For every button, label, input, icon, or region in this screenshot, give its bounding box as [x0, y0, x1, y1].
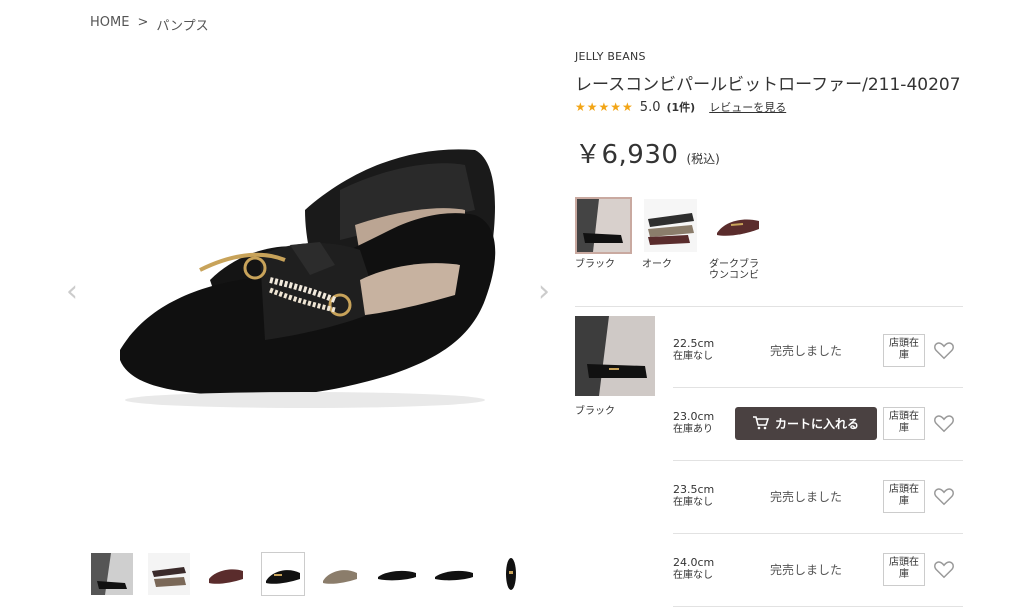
- gallery-next-arrow[interactable]: ›: [538, 277, 552, 307]
- gallery-prev-arrow[interactable]: ‹: [66, 277, 80, 307]
- size-info: 23.0cm 在庫あり: [673, 410, 735, 436]
- breadcrumb-category[interactable]: パンプス: [156, 15, 208, 34]
- rating-value: 5.0: [639, 99, 661, 115]
- size-row: 22.5cm 在庫なし 完売しました 店頭在庫: [673, 330, 963, 370]
- store-stock-button[interactable]: 店頭在庫: [883, 552, 925, 586]
- thumbnail-6[interactable]: [375, 552, 419, 596]
- thumbnail-strip: [90, 552, 533, 596]
- size-info: 22.5cm 在庫なし: [673, 337, 735, 363]
- breadcrumb-home[interactable]: HOME: [90, 15, 129, 34]
- size-info: 23.5cm 在庫なし: [673, 483, 735, 509]
- favorite-heart-icon[interactable]: [933, 339, 955, 361]
- stock-label: 在庫なし: [673, 570, 713, 581]
- favorite-heart-icon[interactable]: [933, 485, 955, 507]
- divider: [673, 387, 963, 388]
- main-product-image: [90, 100, 560, 500]
- rating-row: ★★★★★ 5.0 (1件) レビューを見る: [575, 99, 786, 115]
- store-stock-button[interactable]: 店頭在庫: [883, 479, 925, 513]
- thumbnail-4[interactable]: [261, 552, 305, 596]
- variant-label: ブラック: [575, 406, 615, 417]
- color-options: ブラック オーク ダークブラウンコンビ: [575, 197, 766, 281]
- thumbnail-3[interactable]: [204, 552, 248, 596]
- cart-icon: [752, 416, 769, 430]
- color-option-dark-brown[interactable]: ダークブラウンコンビ: [709, 197, 766, 281]
- size-label: 23.0cm: [673, 410, 715, 423]
- color-option-oak[interactable]: オーク: [642, 197, 699, 281]
- size-label: 22.5cm: [673, 337, 715, 350]
- thumbnail-2[interactable]: [147, 552, 191, 596]
- brand-name[interactable]: JELLY BEANS: [575, 50, 646, 63]
- price: ￥6,930: [575, 140, 679, 170]
- review-link[interactable]: レビューを見る: [709, 99, 786, 115]
- color-option-black[interactable]: ブラック: [575, 197, 632, 281]
- variant-image: [575, 316, 655, 396]
- add-to-cart-label: カートに入れる: [774, 416, 859, 431]
- divider: [673, 460, 963, 461]
- size-info: 24.0cm 在庫なし: [673, 556, 735, 582]
- size-row: 23.0cm 在庫あり カートに入れる 店頭在庫: [673, 403, 963, 443]
- favorite-heart-icon[interactable]: [933, 558, 955, 580]
- price-row: ￥6,930 (税込): [575, 134, 720, 171]
- color-swatch-image: [709, 197, 766, 254]
- color-label: ダークブラウンコンビ: [709, 259, 759, 281]
- sold-out-text: 完売しました: [769, 562, 842, 577]
- thumbnail-5[interactable]: [318, 552, 362, 596]
- stock-label: 在庫なし: [673, 497, 713, 508]
- breadcrumb-separator: >: [137, 15, 149, 30]
- size-label: 24.0cm: [673, 556, 715, 569]
- size-label: 23.5cm: [673, 483, 715, 496]
- favorite-heart-icon[interactable]: [933, 412, 955, 434]
- color-label: オーク: [642, 259, 672, 270]
- size-row: 24.0cm 在庫なし 完売しました 店頭在庫: [673, 549, 963, 589]
- divider: [673, 533, 963, 534]
- breadcrumb: HOME > パンプス: [90, 15, 209, 34]
- size-row: 23.5cm 在庫なし 完売しました 店頭在庫: [673, 476, 963, 516]
- rating-stars-icon: ★★★★★: [575, 100, 634, 114]
- product-title: レースコンビパールビットローファー/211-40207: [575, 75, 961, 95]
- thumbnail-8[interactable]: [489, 552, 533, 596]
- thumbnail-7[interactable]: [432, 552, 476, 596]
- sold-out-text: 完売しました: [769, 343, 842, 358]
- tax-label: (税込): [686, 152, 720, 166]
- stock-label: 在庫あり: [673, 424, 713, 435]
- color-swatch-image: [642, 197, 699, 254]
- color-label: ブラック: [575, 259, 615, 270]
- thumbnail-1[interactable]: [90, 552, 134, 596]
- divider: [575, 306, 963, 307]
- store-stock-button[interactable]: 店頭在庫: [883, 333, 925, 367]
- stock-label: 在庫なし: [673, 351, 713, 362]
- sold-out-text: 完売しました: [769, 489, 842, 504]
- divider: [673, 606, 963, 607]
- color-swatch-image: [575, 197, 632, 254]
- review-count: (1件): [666, 101, 696, 114]
- add-to-cart-button[interactable]: カートに入れる: [735, 406, 877, 440]
- store-stock-button[interactable]: 店頭在庫: [883, 406, 925, 440]
